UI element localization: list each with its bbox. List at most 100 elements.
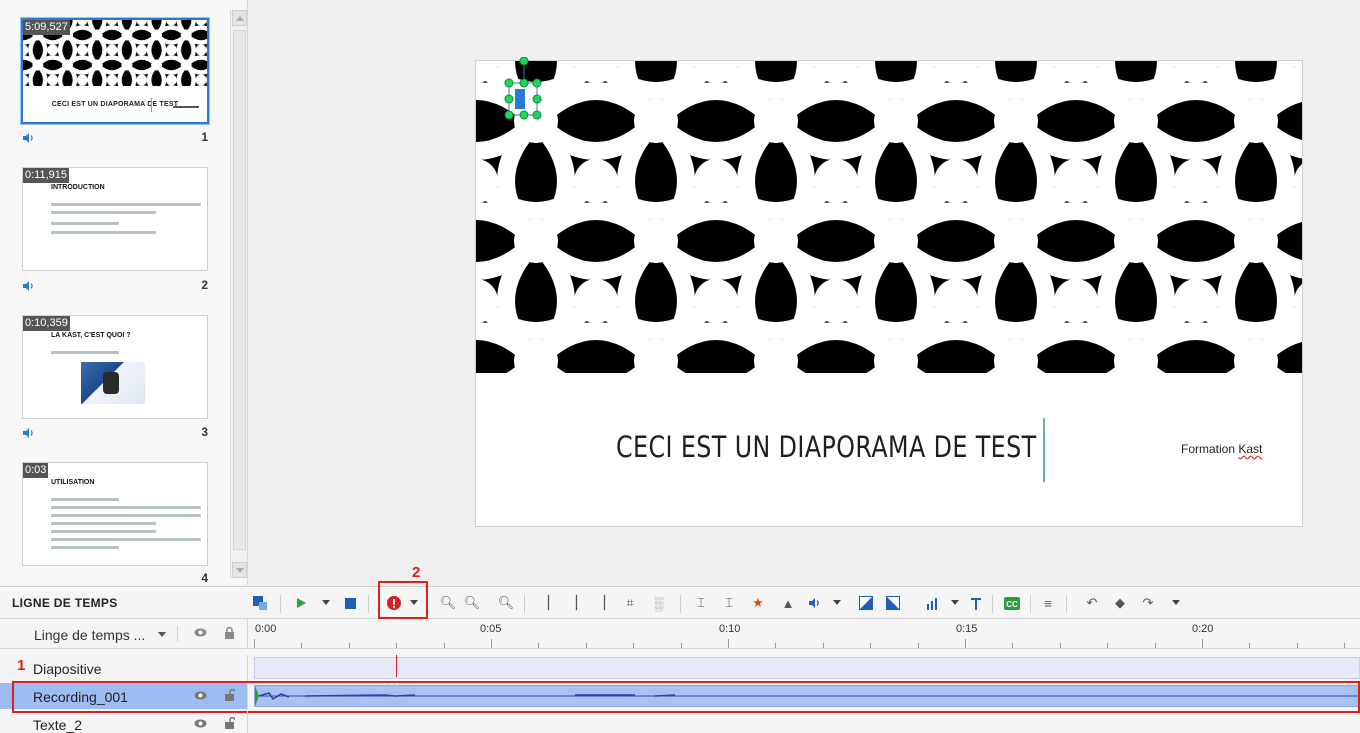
eye-icon[interactable] <box>194 719 207 728</box>
volume-bars-icon[interactable] <box>925 595 941 611</box>
normalize-icon[interactable] <box>968 595 984 611</box>
record-icon[interactable] <box>386 595 402 611</box>
fade-in-icon[interactable] <box>858 595 874 611</box>
ruler-tick <box>728 639 729 648</box>
slide-number: 4 <box>201 571 208 585</box>
split-icon[interactable]: ⌶ <box>693 595 709 611</box>
track-row-texte[interactable]: Texte_2 <box>0 711 1360 733</box>
chevron-down-icon[interactable] <box>158 632 166 637</box>
audio-dropdown-icon[interactable] <box>833 600 841 605</box>
slide-canvas[interactable]: CECI EST UN DIAPORAMA DE TEST Formation … <box>475 57 1303 527</box>
playhead[interactable] <box>396 655 397 677</box>
volume-dropdown-icon[interactable] <box>951 600 959 605</box>
ruler-tick <box>1107 643 1109 648</box>
slide-1-meta: 1 <box>22 130 208 146</box>
ruler-label: 0:05 <box>480 623 502 635</box>
audio-icon[interactable] <box>807 595 823 611</box>
next-keyframe-icon[interactable]: ↷ <box>1140 595 1156 611</box>
ruler-tick <box>1154 643 1156 648</box>
marker-icon[interactable]: ≡ <box>1040 595 1056 611</box>
ruler-tick <box>822 643 824 648</box>
track-row-diapositive[interactable]: Diapositive <box>0 655 1360 681</box>
slide-3-meta: 3 <box>22 425 208 441</box>
annotation-number-2: 2 <box>412 564 421 581</box>
ruler-tick <box>1202 639 1203 648</box>
slide-3-photo <box>81 362 145 404</box>
align-right-icon[interactable]: ▕ <box>592 595 608 611</box>
track-filter-dropdown[interactable]: Linge de temps ... <box>34 627 145 643</box>
ruler-tick <box>491 639 492 648</box>
ruler-tick <box>917 643 919 648</box>
animation-icon[interactable]: ★ <box>750 595 766 611</box>
drop-icon[interactable]: ▲ <box>780 595 796 611</box>
merge-icon[interactable]: ⌶ <box>721 595 737 611</box>
slide-thumbnail-1[interactable]: 5:09,527 CECI EST UN DIAPORAMA DE TEST <box>20 17 210 125</box>
align-center-icon[interactable]: ▕ <box>564 595 580 611</box>
slide-duration: 0:11,915 <box>23 168 70 183</box>
speaker-icon[interactable] <box>22 280 34 292</box>
ruler-tick <box>443 643 445 648</box>
play-dropdown-icon[interactable] <box>322 600 330 605</box>
layout-icon[interactable] <box>252 595 268 611</box>
scroll-up-arrow-icon[interactable] <box>232 10 247 26</box>
slide-number: 3 <box>201 425 208 439</box>
zoom-in-icon[interactable]: 🔍︎ <box>440 595 457 611</box>
play-icon[interactable] <box>293 595 309 611</box>
slide-pattern-image[interactable] <box>476 61 1302 373</box>
lock-icon[interactable] <box>224 627 235 639</box>
speaker-icon[interactable] <box>22 132 34 144</box>
distribute-icon[interactable]: ░ <box>651 595 667 611</box>
selection-handles[interactable] <box>502 57 542 127</box>
slide-2-heading: INTRODUCTION <box>51 184 105 191</box>
track-label[interactable]: Texte_2 <box>0 711 248 733</box>
slide-3-heading: LA KAST, C'EST QUOI ? <box>51 332 131 339</box>
record-dropdown-icon[interactable] <box>410 600 418 605</box>
speaker-icon[interactable] <box>22 427 34 439</box>
track-label[interactable]: Diapositive <box>0 655 248 681</box>
slide-thumbnail-2[interactable]: 0:11,915 INTRODUCTION <box>22 167 208 271</box>
ruler-tick <box>1344 643 1346 648</box>
ruler-label: 0:00 <box>255 623 277 635</box>
ruler-tick <box>301 643 303 648</box>
title-divider <box>1043 418 1045 482</box>
slide-panel-scrollbar[interactable] <box>230 10 247 578</box>
ruler-tick <box>1296 643 1298 648</box>
slide-1-divider <box>151 98 152 112</box>
ruler-tick <box>254 639 255 648</box>
scrollbar-thumb[interactable] <box>233 30 246 550</box>
slide-3-bullets <box>51 346 201 354</box>
zoom-out-icon[interactable]: 🔍︎ <box>464 595 481 611</box>
crop-icon[interactable]: ⌗ <box>622 595 638 611</box>
align-left-icon[interactable]: ▕ <box>536 595 552 611</box>
zoom-fit-icon[interactable]: 🔍︎ <box>498 595 515 611</box>
add-keyframe-icon[interactable]: ◆ <box>1112 595 1128 611</box>
scroll-down-arrow-icon[interactable] <box>232 562 247 578</box>
recording-track-highlight <box>12 681 1360 713</box>
stop-icon[interactable] <box>342 595 358 611</box>
previous-keyframe-icon[interactable]: ↶ <box>1084 595 1100 611</box>
slide-number: 2 <box>201 278 208 292</box>
closed-captions-icon[interactable]: CC <box>1004 595 1020 611</box>
timeline-ruler: Linge de temps ... 0:00 0:05 0:10 0:15 0… <box>0 619 1360 649</box>
track-header: Linge de temps ... <box>0 619 248 649</box>
track-lane[interactable] <box>254 657 1360 679</box>
unlock-icon[interactable] <box>224 717 235 729</box>
slide-thumbnail-3[interactable]: 0:10,359 LA KAST, C'EST QUOI ? <box>22 315 208 419</box>
slide-duration: 0:10,359 <box>23 316 70 331</box>
slide-thumbnail-4[interactable]: 0:03 UTILISATION <box>22 462 208 566</box>
ruler-tick <box>585 643 587 648</box>
slide-duration: 0:03 <box>23 463 49 478</box>
fade-out-icon[interactable] <box>885 595 901 611</box>
ruler-tick <box>775 643 777 648</box>
ruler-tick <box>396 643 398 648</box>
slide-title[interactable]: CECI EST UN DIAPORAMA DE TEST <box>616 430 1037 464</box>
slide-2-meta: 2 <box>22 278 208 294</box>
ruler-label: 0:10 <box>719 623 741 635</box>
ruler-label: 0:15 <box>956 623 978 635</box>
keyframe-dropdown-icon[interactable] <box>1172 600 1180 605</box>
ruler-tick <box>348 643 350 648</box>
timeline-heading: LIGNE DE TEMPS <box>12 596 118 610</box>
ruler-tick <box>1059 643 1061 648</box>
eye-icon[interactable] <box>194 628 207 637</box>
slide-subtitle[interactable]: Formation Kast <box>1181 442 1262 456</box>
